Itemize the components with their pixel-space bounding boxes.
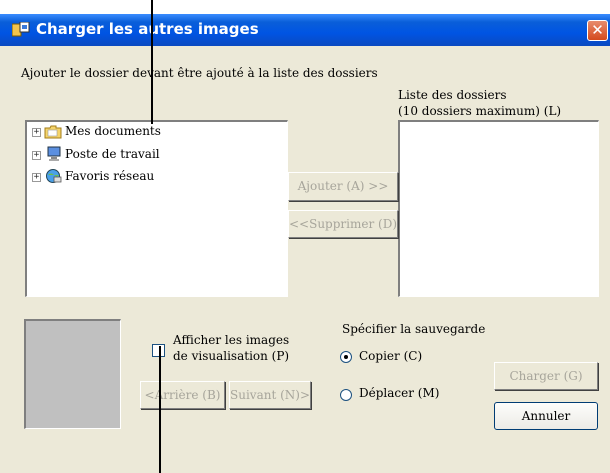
tree-item-favoris-reseau[interactable]: Favoris réseau: [65, 169, 154, 183]
cancel-button[interactable]: Annuler: [494, 402, 598, 430]
checkbox-label-line1: Afficher les images: [173, 333, 290, 347]
folder-list-label-line1: Liste des dossiers: [398, 88, 507, 102]
callout-line-top: [151, 0, 153, 124]
expand-icon[interactable]: +: [32, 128, 41, 137]
tree-item-mes-documents[interactable]: Mes documents: [65, 124, 161, 138]
next-button[interactable]: Suivant (N)>: [229, 381, 311, 409]
copy-label: Copier (C): [359, 349, 423, 363]
save-options-title: Spécifier la sauvegarde: [342, 322, 486, 336]
remove-button[interactable]: <<Supprimer (D): [288, 210, 398, 238]
instruction-label: Ajouter le dossier devant être ajouté à …: [21, 66, 378, 80]
folder-icon: [44, 125, 62, 139]
folder-list[interactable]: [398, 120, 599, 297]
radio-dot: [344, 355, 348, 359]
callout-line-bottom: [159, 346, 161, 473]
copy-radio[interactable]: [340, 351, 352, 363]
window-title: Charger les autres images: [36, 20, 259, 38]
preview-image: [24, 319, 121, 429]
network-icon: [46, 169, 62, 183]
computer-icon: [47, 146, 61, 161]
app-icon: [12, 22, 30, 37]
expand-icon[interactable]: +: [32, 173, 41, 182]
load-button[interactable]: Charger (G): [494, 362, 598, 390]
move-radio[interactable]: [340, 389, 352, 401]
expand-icon[interactable]: +: [32, 151, 41, 160]
folder-list-label-line2: (10 dossiers maximum) (L): [398, 104, 562, 118]
close-button[interactable]: ✕: [587, 20, 608, 41]
move-label: Déplacer (M): [359, 386, 440, 400]
tree-item-poste-de-travail[interactable]: Poste de travail: [65, 147, 160, 161]
checkbox-label-line2: de visualisation (P): [173, 349, 290, 363]
add-button[interactable]: Ajouter (A) >>: [288, 172, 398, 201]
back-button[interactable]: <Arrière (B): [140, 381, 225, 409]
